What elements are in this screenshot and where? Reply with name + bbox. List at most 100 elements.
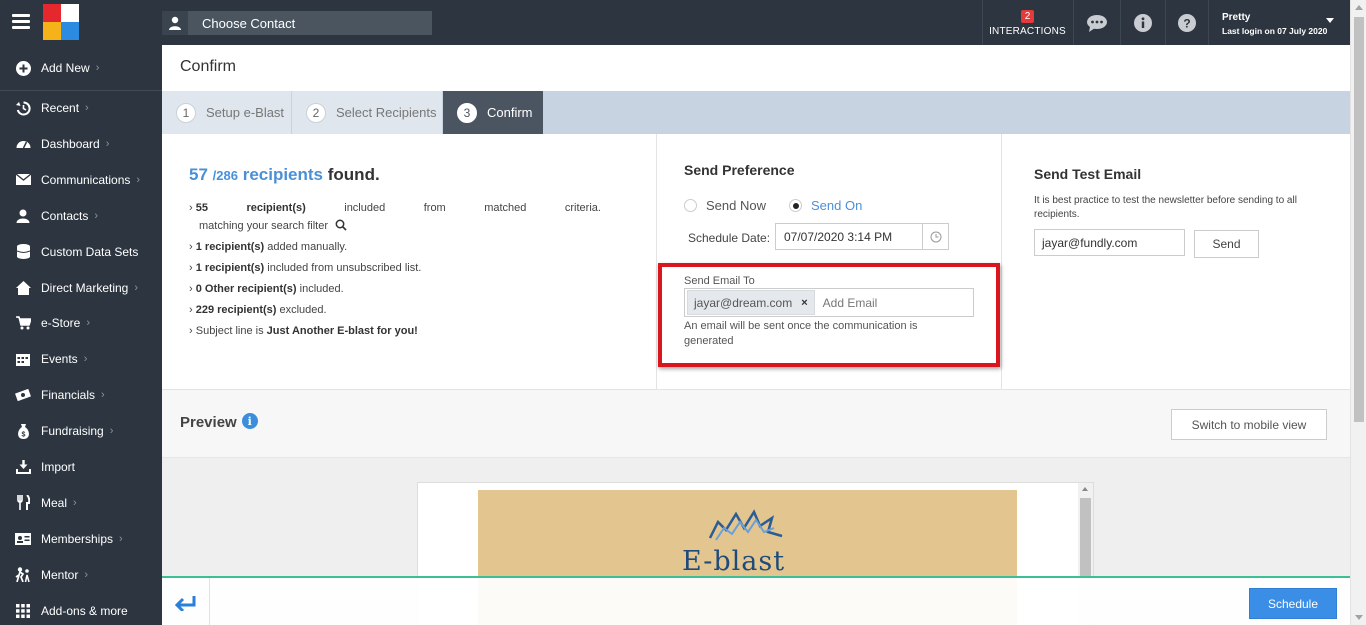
step-setup-eblast[interactable]: 1 Setup e-Blast xyxy=(162,91,291,134)
switch-mobile-view-button[interactable]: Switch to mobile view xyxy=(1171,409,1327,440)
recipients-found-heading: 57 /286 recipients found. xyxy=(189,165,629,185)
search-icon[interactable] xyxy=(335,219,347,231)
chevron-right-icon: › xyxy=(134,281,139,294)
sidebar-item-custom-data-sets[interactable]: Custom Data Sets xyxy=(0,236,162,268)
sidebar-item-financials[interactable]: Financials › xyxy=(0,379,162,411)
send-now-radio[interactable]: Send Now xyxy=(684,198,766,213)
send-email-to-field[interactable]: jayar@dream.com × Add Email xyxy=(684,288,974,317)
summary-line-filter: matching your search filter xyxy=(189,219,629,232)
return-arrow-icon xyxy=(174,595,195,611)
sidebar-item-direct-marketing[interactable]: Direct Marketing › xyxy=(0,272,162,304)
interactions-button[interactable]: 2 INTERACTIONS xyxy=(982,0,1072,45)
sidebar-item-contacts[interactable]: Contacts › xyxy=(0,200,162,232)
step-label: Select Recipients xyxy=(336,105,437,120)
chat-icon[interactable] xyxy=(1073,0,1119,45)
sidebar-item-label: Recent xyxy=(41,101,80,115)
burst-logo-icon xyxy=(708,509,783,541)
page-title: Confirm xyxy=(180,58,237,75)
step-number: 3 xyxy=(457,102,477,123)
sidebar-item-add-ons-more[interactable]: Add-ons & more xyxy=(0,595,162,625)
bottom-action-bar: Schedule xyxy=(162,576,1350,625)
sidebar-item-events[interactable]: Events › xyxy=(0,343,162,375)
help-icon[interactable]: ? xyxy=(1165,0,1208,45)
envelope-icon xyxy=(15,172,31,188)
sidebar-item-label: Contacts xyxy=(41,208,89,223)
chevron-right-icon: › xyxy=(94,209,99,222)
chevron-right-icon: › xyxy=(109,425,114,438)
back-button[interactable] xyxy=(162,578,210,625)
summary-line-other: › 0 Other recipient(s) included. xyxy=(189,283,344,295)
choose-contact-select[interactable]: Choose Contact xyxy=(162,11,432,35)
found-suffix: found. xyxy=(327,165,380,184)
sidebar-item-dashboard[interactable]: Dashboard › xyxy=(0,128,162,160)
sidebar-item-label: Import xyxy=(41,460,76,474)
send-test-email-title: Send Test Email xyxy=(1034,166,1142,182)
sidebar-item-label: Mentor xyxy=(41,567,79,582)
sidebar-item-label: e-Store xyxy=(41,316,81,331)
choose-contact-label: Choose Contact xyxy=(202,15,296,31)
chevron-right-icon: › xyxy=(83,353,88,366)
summary-line-manual: › 1 recipient(s) added manually. xyxy=(189,241,348,253)
sidebar-item-memberships[interactable]: Memberships › xyxy=(0,523,162,555)
sidebar-item-e-store[interactable]: e-Store › xyxy=(0,307,162,339)
grid-icon xyxy=(15,603,31,619)
mentor-icon xyxy=(15,567,31,583)
sidebar-item-meal[interactable]: Meal › xyxy=(0,487,162,519)
sidebar-item-label: Dashboard xyxy=(41,136,100,151)
schedule-date-input[interactable]: 07/07/2020 3:14 PM xyxy=(775,223,949,250)
menu-icon[interactable] xyxy=(12,14,30,30)
chevron-right-icon: › xyxy=(85,102,89,114)
sidebar-item-label: Add-ons & more xyxy=(41,603,128,618)
utensils-icon xyxy=(15,495,31,511)
svg-text:?: ? xyxy=(1183,16,1190,30)
user-icon xyxy=(162,11,188,35)
sidebar-item-label: Fundraising xyxy=(41,424,104,439)
step-number: 1 xyxy=(176,102,196,123)
user-menu[interactable]: Pretty Last login on 07 July 2020 xyxy=(1208,0,1350,45)
email-chip: jayar@dream.com × xyxy=(687,290,815,315)
add-email-input[interactable]: Add Email xyxy=(823,296,878,310)
found-word: recipients xyxy=(242,165,324,184)
chevron-right-icon: › xyxy=(86,317,91,330)
summary-line-matched: › 55 recipient(s) included from matched … xyxy=(189,202,601,214)
step-confirm[interactable]: 3 Confirm xyxy=(443,91,543,134)
sidebar-item-import[interactable]: Import xyxy=(0,451,162,483)
schedule-button[interactable]: Schedule xyxy=(1249,588,1337,619)
send-test-email-description: It is best practice to test the newslett… xyxy=(1034,195,1297,220)
chevron-right-icon: › xyxy=(119,532,123,545)
clock-icon[interactable] xyxy=(922,224,948,249)
test-send-button[interactable]: Send xyxy=(1194,230,1259,258)
sidebar: Add New › Recent › Dashboard › Communication… xyxy=(0,45,162,625)
sidebar-item-recent[interactable]: Recent › xyxy=(0,92,162,124)
sidebar-item-communications[interactable]: Communications › xyxy=(0,164,162,196)
main-content: Confirm 1 Setup e-Blast 2 Select Recipie… xyxy=(162,45,1350,625)
banner-text: E-blast xyxy=(682,546,786,577)
app-logo[interactable] xyxy=(43,4,79,41)
info-icon[interactable] xyxy=(1120,0,1164,45)
test-email-input[interactable]: jayar@fundly.com xyxy=(1034,229,1185,256)
sidebar-item-add-new[interactable]: Add New › xyxy=(0,52,162,84)
step-label: Confirm xyxy=(487,105,533,120)
sidebar-item-fundraising[interactable]: $ Fundraising › xyxy=(0,415,162,447)
send-on-radio[interactable]: Send On xyxy=(789,198,862,213)
dashboard-icon xyxy=(15,136,31,152)
sidebar-item-mentor[interactable]: Mentor › xyxy=(0,559,162,591)
column-divider xyxy=(1001,134,1002,389)
found-total: /286 xyxy=(212,168,238,183)
history-icon xyxy=(15,100,31,116)
page-scrollbar[interactable] xyxy=(1350,0,1366,625)
last-login-text: Last login on 07 July 2020 xyxy=(1222,26,1328,36)
close-icon[interactable]: × xyxy=(801,297,807,309)
sidebar-item-label: Custom Data Sets xyxy=(41,244,139,259)
info-icon[interactable]: i xyxy=(241,413,258,429)
send-email-to-label: Send Email To xyxy=(684,275,755,287)
top-bar: Choose Contact 2 INTERACTIONS ? Pretty L… xyxy=(0,0,1350,45)
email-chip-text: jayar@dream.com xyxy=(694,295,793,310)
preview-title: Preview i xyxy=(180,413,258,431)
house-icon xyxy=(15,280,31,296)
found-count: 57 xyxy=(189,165,208,184)
step-select-recipients[interactable]: 2 Select Recipients xyxy=(292,91,442,134)
summary-line-unsubscribed: › 1 recipient(s) included from unsubscri… xyxy=(189,262,422,274)
chevron-right-icon: › xyxy=(95,62,100,74)
svg-text:$: $ xyxy=(21,431,25,438)
